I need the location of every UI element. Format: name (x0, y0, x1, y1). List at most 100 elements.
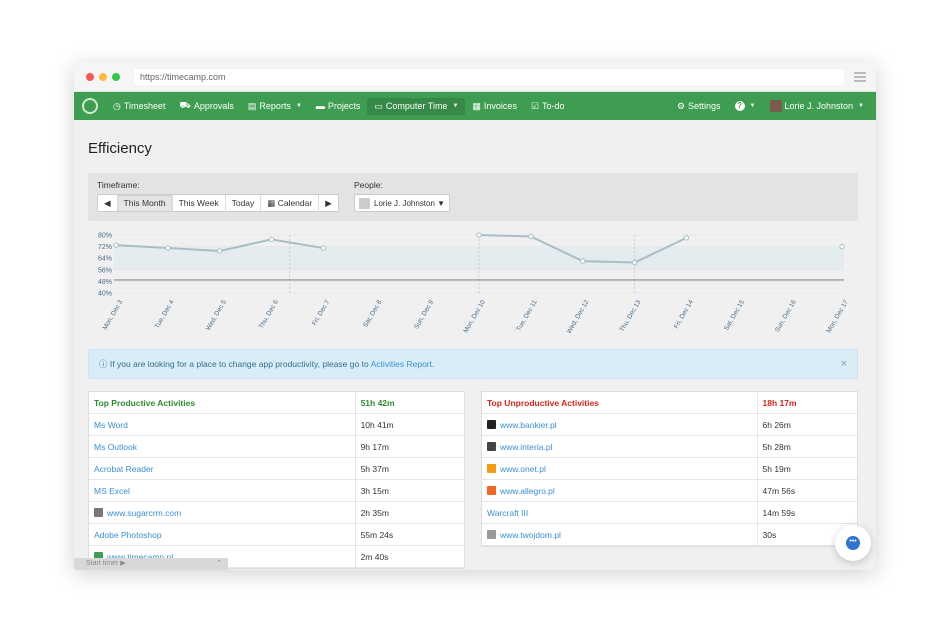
timecamp-logo-icon[interactable] (82, 98, 98, 114)
productive-title: Top Productive Activities (94, 397, 196, 408)
data-point[interactable] (217, 248, 223, 254)
data-point[interactable] (113, 242, 119, 248)
this-month-button[interactable]: This Month (117, 195, 173, 211)
activity-time: 3h 15m (354, 480, 464, 501)
data-point[interactable] (165, 245, 171, 251)
nav-user-menu[interactable]: Lorie J. Johnston ▼ (763, 92, 877, 120)
start-timer-bar[interactable]: Start timer ▶ ⌃ (74, 558, 228, 570)
unproductive-table: Top Unproductive Activities 18h 17m www.… (481, 391, 858, 547)
document-icon: ▤ (247, 100, 257, 111)
data-point[interactable] (631, 259, 638, 266)
activity-name[interactable]: Ms Outlook (89, 442, 355, 452)
table-row: www.onet.pl 5h 19m (482, 458, 857, 480)
table-row: www.twojdom.pl 30s (482, 524, 857, 546)
people-select[interactable]: Lorie J. Johnston ▼ (354, 194, 451, 212)
nav-help[interactable]: ? ▼ (728, 92, 763, 120)
site-favicon-icon (94, 508, 103, 517)
productive-total: 51h 42m (354, 392, 464, 413)
activity-name[interactable]: www.bankier.pl (482, 420, 757, 430)
chat-button[interactable]: ••• (835, 525, 871, 561)
chat-icon: ••• (846, 536, 860, 550)
activity-name[interactable]: www.onet.pl (482, 464, 757, 474)
y-tick-label: 80% (98, 233, 112, 240)
data-point[interactable] (320, 245, 327, 251)
nav-reports[interactable]: ▤ Reports ▼ (241, 92, 309, 120)
address-bar[interactable]: https://timecamp.com (134, 69, 844, 85)
info-alert: ⓘ If you are looking for a place to chan… (88, 349, 858, 379)
table-row: www.bankier.pl 6h 26m (482, 414, 857, 436)
nav-approvals[interactable]: ⛟ Approvals (173, 92, 241, 120)
maximize-window-dot[interactable] (112, 73, 120, 81)
activity-time: 55m 24s (354, 524, 464, 545)
nav-timesheet[interactable]: ◷ Timesheet (106, 92, 173, 120)
person-avatar-icon (359, 197, 370, 209)
filter-bar: Timeframe: ◀ This Month This Week Today … (88, 173, 858, 221)
chart-svg: 80% 72% 64% 56% 48% 40% (98, 232, 845, 298)
activity-name[interactable]: Ms Word (89, 420, 355, 430)
nav-computer-time[interactable]: ▭ Computer Time ▼ (367, 97, 466, 115)
close-alert-icon[interactable]: × (841, 350, 847, 378)
calendar-icon: ▦ (267, 198, 276, 208)
table-row: Adobe Photoshop 55m 24s (89, 524, 464, 546)
main-content: Efficiency Timeframe: ◀ This Month This … (88, 140, 858, 570)
y-tick-label: 72% (98, 244, 112, 251)
activity-time: 5h 37m (354, 458, 464, 479)
activity-name[interactable]: Adobe Photoshop (89, 530, 355, 540)
clock-icon: ◷ (113, 100, 121, 111)
site-favicon-icon (487, 486, 496, 495)
top-nav: ◷ Timesheet ⛟ Approvals ▤ Reports ▼ ▬ Project… (74, 92, 876, 120)
unproductive-total: 18h 17m (756, 392, 857, 413)
table-row: www.sugarcrm.com 2h 35m (89, 502, 464, 524)
site-favicon-icon (487, 442, 496, 451)
data-point[interactable] (476, 232, 482, 238)
activity-name[interactable]: www.interia.pl (482, 442, 757, 452)
nav-todo[interactable]: ☑ To-do (524, 92, 572, 120)
chevron-down-icon: ▼ (858, 103, 864, 109)
activity-name[interactable]: www.twojdom.pl (482, 530, 757, 540)
site-favicon-icon (487, 530, 496, 539)
next-period-button[interactable]: ▶ (319, 195, 338, 211)
data-point[interactable] (580, 258, 586, 264)
y-tick-label: 64% (98, 256, 112, 263)
activity-name[interactable]: MS Excel (89, 486, 355, 496)
prev-period-button[interactable]: ◀ (98, 195, 118, 211)
activities-report-link[interactable]: Activities Report (371, 359, 432, 369)
activity-name[interactable]: Warcraft III (482, 508, 757, 518)
activity-name[interactable]: Acrobat Reader (89, 464, 355, 474)
avatar (769, 100, 782, 112)
checkbox-icon: ☑ (530, 100, 540, 111)
chevron-down-icon: ▼ (295, 103, 302, 109)
nav-invoices[interactable]: ▦ Invoices (465, 92, 524, 120)
page-title: Efficiency (88, 140, 152, 157)
activity-name[interactable]: www.sugarcrm.com (89, 508, 355, 518)
info-icon: ⓘ (99, 359, 108, 369)
unproductive-title: Top Unproductive Activities (487, 397, 599, 408)
this-week-button[interactable]: This Week (173, 195, 226, 211)
browser-window: https://timecamp.com ◷ Timesheet ⛟ Approva… (74, 62, 876, 570)
close-window-dot[interactable] (86, 73, 94, 81)
folder-icon: ▬ (315, 101, 325, 111)
y-tick-label: 40% (98, 291, 112, 298)
activity-time: 47m 56s (756, 480, 857, 501)
table-header: Top Productive Activities 51h 42m (89, 392, 464, 414)
data-point[interactable] (839, 243, 845, 250)
people-label: People: (354, 180, 383, 190)
activities-tables: Top Productive Activities 51h 42m Ms Wor… (88, 391, 858, 570)
today-button[interactable]: Today (226, 195, 262, 211)
calendar-button[interactable]: ▦ Calendar (261, 195, 320, 211)
data-point[interactable] (683, 235, 690, 241)
nav-projects[interactable]: ▬ Projects (309, 92, 368, 120)
site-favicon-icon (487, 464, 496, 473)
nav-settings[interactable]: ⚙ Settings (670, 92, 728, 120)
activity-time: 10h 41m (354, 414, 464, 435)
minimize-window-dot[interactable] (99, 73, 107, 81)
activity-time: 5h 28m (756, 436, 857, 457)
chevron-up-icon[interactable]: ⌃ (216, 558, 222, 570)
table-row: Acrobat Reader 5h 37m (89, 458, 464, 480)
data-point[interactable] (268, 236, 275, 243)
data-point[interactable] (528, 233, 534, 240)
activity-time: 5h 19m (756, 458, 857, 479)
activity-name[interactable]: www.allegro.pl (482, 486, 757, 496)
table-header: Top Unproductive Activities 18h 17m (482, 392, 857, 414)
browser-menu-icon[interactable] (854, 72, 866, 84)
